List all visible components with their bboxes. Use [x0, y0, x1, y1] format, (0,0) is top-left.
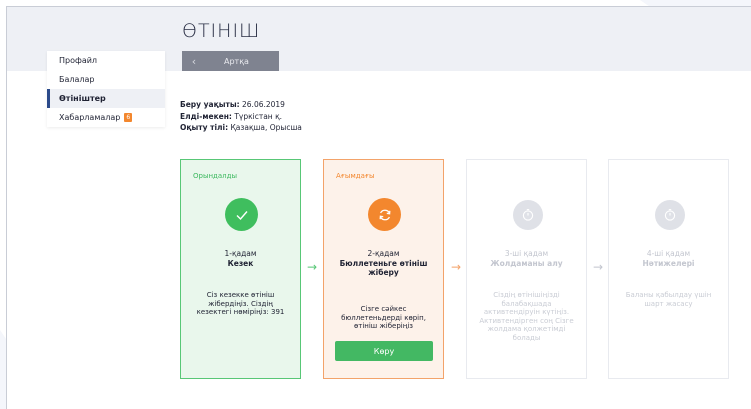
- step-name: Бюллетеньге өтініш жіберу: [339, 258, 428, 278]
- application-info: Беру уақыты: 26.06.2019 Елді-мекен: Түрк…: [180, 99, 302, 134]
- sidebar: Профайл Балалар Өтініштер Хабарламалар 6: [47, 51, 165, 127]
- sidebar-item-applications[interactable]: Өтініштер: [47, 89, 165, 108]
- chevron-left-icon: ‹: [191, 54, 197, 68]
- sidebar-item-label: Балалар: [59, 75, 95, 84]
- sidebar-item-profile[interactable]: Профайл: [47, 51, 165, 70]
- arrow-right-icon: →: [307, 260, 318, 274]
- step-title: 1-қадам Кезек: [181, 249, 300, 268]
- step-card-referral: 3-ші қадам Жолдаманы алу Сіздің өтінішің…: [466, 159, 587, 379]
- place-value: Түркістан қ.: [234, 111, 283, 121]
- check-icon: [225, 198, 258, 231]
- arrow-right-icon: →: [451, 260, 462, 274]
- timer-icon: [513, 200, 543, 230]
- step-card-queue: Орындалды 1-қадам Кезек Сіз кезекке өтін…: [180, 159, 301, 379]
- sidebar-item-label: Хабарламалар: [59, 113, 121, 122]
- step-description: Сізге сәйкес бюллетеньдерді көріп, өтіні…: [341, 305, 426, 330]
- sidebar-item-label: Профайл: [59, 56, 98, 65]
- step-description: Баланы қабылдау үшін шарт жасасу: [625, 291, 712, 308]
- step-name: Жолдаманы алу: [490, 258, 563, 268]
- step-title: 2-қадам Бюллетеньге өтініш жіберу: [324, 249, 443, 278]
- step-number: 2-қадам: [367, 249, 400, 258]
- view-button[interactable]: Көру: [335, 341, 433, 361]
- step-description: Сіздің өтінішіңізді балабақшада активтен…: [479, 291, 574, 342]
- lang-label: Оқыту тілі:: [180, 123, 229, 132]
- step-status: Ағымдағы: [336, 172, 375, 180]
- step-name: Нәтижелері: [642, 258, 695, 268]
- step-card-bulletin: Ағымдағы 2-қадам Бюллетеньге өтініш жібе…: [323, 159, 444, 379]
- step-number: 4-ші қадам: [646, 249, 691, 258]
- step-card-results: 4-ші қадам Нәтижелері Баланы қабылдау үш…: [608, 159, 729, 379]
- app-frame: ӨТІНІШ ‹ Артқа Профайл Балалар Өтініштер…: [6, 6, 751, 409]
- page-title: ӨТІНІШ: [182, 20, 261, 42]
- step-number: 3-ші қадам: [504, 249, 549, 258]
- back-label: Артқа: [224, 56, 249, 66]
- back-button[interactable]: ‹ Артқа: [182, 51, 279, 71]
- sidebar-item-children[interactable]: Балалар: [47, 70, 165, 89]
- notification-count-badge: 6: [124, 113, 133, 122]
- step-title: 4-ші қадам Нәтижелері: [609, 249, 728, 268]
- place-label: Елді-мекен:: [180, 111, 232, 121]
- lang-value: Қазақша, Орысша: [230, 123, 302, 132]
- sidebar-item-notifications[interactable]: Хабарламалар 6: [47, 108, 165, 127]
- date-value: 26.06.2019: [242, 100, 285, 109]
- refresh-icon: [368, 198, 401, 231]
- date-label: Беру уақыты:: [180, 100, 240, 109]
- timer-icon: [655, 200, 685, 230]
- step-status: Орындалды: [193, 172, 238, 180]
- step-number: 1-қадам: [224, 249, 257, 258]
- sidebar-item-label: Өтініштер: [59, 94, 106, 103]
- step-name: Кезек: [227, 258, 254, 268]
- step-title: 3-ші қадам Жолдаманы алу: [467, 249, 586, 268]
- step-description: Сіз кезекке өтініш жібердіңіз. Сіздің ке…: [196, 291, 285, 316]
- arrow-right-icon: →: [593, 260, 604, 274]
